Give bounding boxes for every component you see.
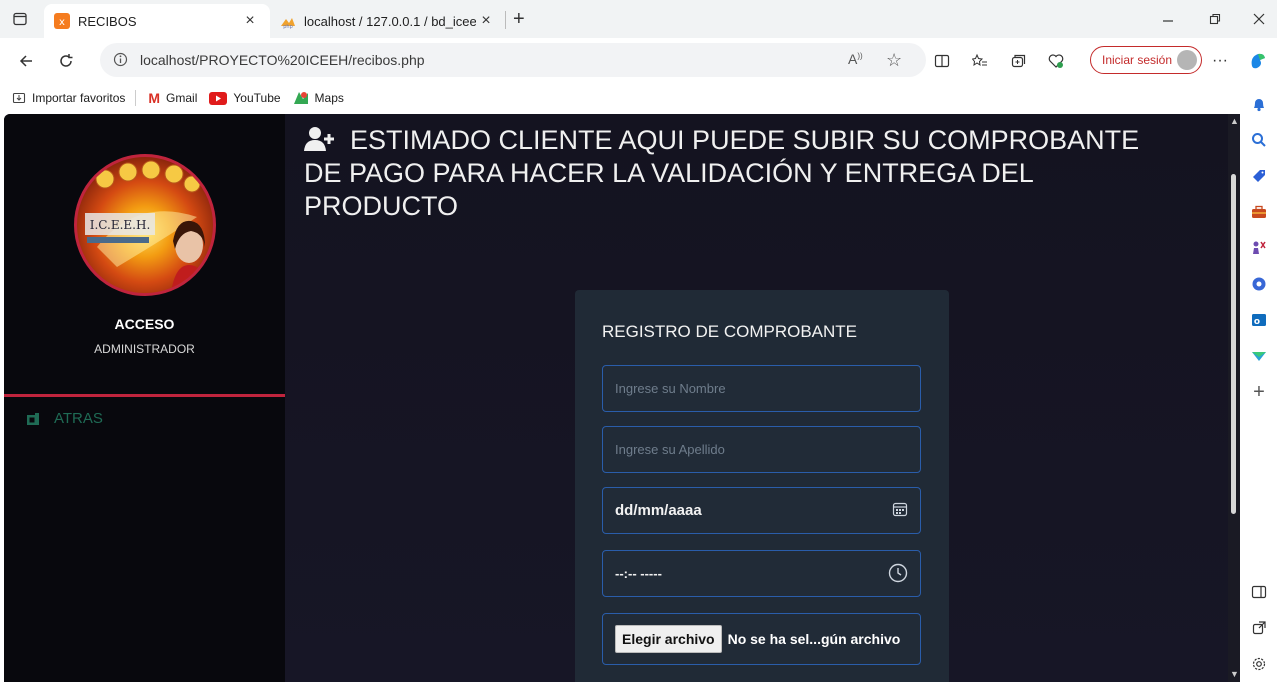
file-status-text: No se ha sel...gún archivo xyxy=(727,631,901,647)
favorites-bar: Importar favoritos M Gmail YouTube Maps xyxy=(0,84,1240,112)
tab-recibos[interactable]: x RECIBOS × xyxy=(44,4,270,38)
maps-icon xyxy=(293,90,309,106)
site-info-icon[interactable] xyxy=(113,52,128,67)
favorites-separator xyxy=(135,90,137,106)
access-title: ACCESO xyxy=(114,316,175,332)
gmail-icon: M xyxy=(148,90,161,106)
settings-gear-icon[interactable] xyxy=(1249,654,1269,674)
time-input[interactable]: --:-- ----- xyxy=(602,550,921,597)
sign-in-label: Iniciar sesión xyxy=(1102,53,1173,67)
favorite-label: YouTube xyxy=(233,91,281,105)
back-link[interactable]: ATRAS xyxy=(26,410,103,427)
back-box-icon xyxy=(26,412,40,426)
games-chess-icon[interactable] xyxy=(1249,238,1269,258)
xampp-favicon-icon: x xyxy=(54,13,70,29)
clock-icon[interactable] xyxy=(888,563,908,583)
close-tab-icon[interactable]: × xyxy=(240,12,260,30)
favorites-list-icon[interactable] xyxy=(968,49,992,73)
file-input[interactable]: Elegir archivo No se ha sel...gún archiv… xyxy=(602,613,921,665)
favorite-label: Importar favoritos xyxy=(32,91,126,105)
left-sidebar: I.C.E.E.H. ACCESO ADMINISTRADOR ATRAS xyxy=(4,114,285,682)
svg-text:I.C.E.E.H.: I.C.E.E.H. xyxy=(90,218,151,232)
form-title: REGISTRO DE COMPROBANTE xyxy=(602,322,858,341)
navigation-bar: localhost/PROYECTO%20ICEEH/recibos.php A… xyxy=(0,38,1277,84)
tab-phpmyadmin[interactable]: php localhost / 127.0.0.1 / bd_iceeh / × xyxy=(272,4,504,38)
svg-text:o: o xyxy=(1254,317,1260,327)
import-icon xyxy=(12,91,26,105)
tab-bar: x RECIBOS × php localhost / 127.0.0.1 / … xyxy=(0,0,1277,38)
minimize-icon[interactable] xyxy=(1153,8,1183,30)
url-text: localhost/PROYECTO%20ICEEH/recibos.php xyxy=(140,52,425,68)
add-user-icon xyxy=(304,126,336,152)
import-favorites-link[interactable]: Importar favoritos xyxy=(12,91,125,105)
maps-link[interactable]: Maps xyxy=(293,90,344,106)
read-aloud-icon[interactable]: A)) xyxy=(848,51,863,67)
back-link-label: ATRAS xyxy=(54,410,103,427)
address-bar[interactable]: localhost/PROYECTO%20ICEEH/recibos.php A… xyxy=(100,43,926,77)
favorite-label: Maps xyxy=(314,91,344,105)
sign-in-button[interactable]: Iniciar sesión xyxy=(1090,46,1202,74)
more-options-icon[interactable]: ··· xyxy=(1208,49,1232,73)
profile-avatar-icon xyxy=(1177,50,1197,70)
name-placeholder: Ingrese su Nombre xyxy=(615,381,726,396)
hide-sidebar-icon[interactable] xyxy=(1249,582,1269,602)
drop-send-icon[interactable] xyxy=(1249,346,1269,366)
phpmyadmin-favicon-icon: php xyxy=(280,13,296,29)
collections-icon[interactable] xyxy=(1006,49,1030,73)
external-window-icon[interactable] xyxy=(1249,618,1269,638)
close-window-icon[interactable] xyxy=(1244,8,1274,30)
favorite-star-icon[interactable]: ☆ xyxy=(886,50,902,71)
edge-sidebar: o + xyxy=(1240,84,1277,682)
restore-icon[interactable] xyxy=(1200,8,1230,30)
browser-essentials-icon[interactable] xyxy=(1044,49,1068,73)
youtube-icon xyxy=(209,91,228,105)
split-screen-icon[interactable] xyxy=(930,49,954,73)
close-tab-icon[interactable]: × xyxy=(476,12,496,30)
date-value: dd/mm/aaaa xyxy=(615,502,702,519)
main-content: ESTIMADO CLIENTE AQUI PUEDE SUBIR SU COM… xyxy=(285,114,1240,682)
tools-briefcase-icon[interactable] xyxy=(1249,202,1269,222)
microsoft365-icon[interactable] xyxy=(1249,274,1269,294)
scroll-down-arrow-icon[interactable]: ▼ xyxy=(1230,669,1239,679)
logo-faces xyxy=(95,160,201,193)
youtube-link[interactable]: YouTube xyxy=(209,91,281,105)
gmail-link[interactable]: M Gmail xyxy=(148,90,197,106)
copilot-icon[interactable] xyxy=(1246,49,1270,73)
heading-text: ESTIMADO CLIENTE AQUI PUEDE SUBIR SU COM… xyxy=(304,125,1140,221)
new-tab-icon[interactable]: + xyxy=(513,9,525,29)
sidebar-divider xyxy=(4,394,285,397)
page-heading: ESTIMADO CLIENTE AQUI PUEDE SUBIR SU COM… xyxy=(304,124,1184,223)
tab-separator xyxy=(505,11,506,29)
svg-text:x: x xyxy=(59,17,65,28)
page-viewport: I.C.E.E.H. ACCESO ADMINISTRADOR ATRAS ES… xyxy=(4,114,1240,682)
lastname-input[interactable]: Ingrese su Apellido xyxy=(602,426,921,473)
scrollbar-thumb[interactable] xyxy=(1231,174,1236,514)
calendar-icon[interactable] xyxy=(892,501,908,517)
add-sidebar-app-icon[interactable]: + xyxy=(1249,381,1269,403)
tab-title: localhost / 127.0.0.1 / bd_iceeh / xyxy=(304,13,476,29)
company-logo-avatar: I.C.E.E.H. xyxy=(74,154,216,296)
svg-text:php: php xyxy=(283,24,293,29)
time-value: --:-- ----- xyxy=(615,566,662,581)
outlook-icon[interactable]: o xyxy=(1249,310,1269,330)
refresh-icon[interactable] xyxy=(54,49,78,73)
receipt-form-card: REGISTRO DE COMPROBANTE Ingrese su Nombr… xyxy=(575,290,949,682)
tab-title: RECIBOS xyxy=(78,13,137,29)
access-subtitle: ADMINISTRADOR xyxy=(94,342,195,356)
search-icon[interactable] xyxy=(1249,130,1269,150)
lastname-placeholder: Ingrese su Apellido xyxy=(615,442,725,457)
favorite-label: Gmail xyxy=(166,91,198,105)
notifications-bell-icon[interactable] xyxy=(1249,94,1269,114)
name-input[interactable]: Ingrese su Nombre xyxy=(602,365,921,412)
shopping-tag-icon[interactable] xyxy=(1249,166,1269,186)
scroll-up-arrow-icon[interactable]: ▲ xyxy=(1230,116,1239,126)
date-input[interactable]: dd/mm/aaaa xyxy=(602,487,921,534)
back-arrow-icon[interactable] xyxy=(14,49,38,73)
choose-file-button[interactable]: Elegir archivo xyxy=(615,625,722,653)
tab-actions-icon[interactable] xyxy=(12,11,28,27)
page-scrollbar[interactable]: ▲ ▼ xyxy=(1228,114,1240,682)
